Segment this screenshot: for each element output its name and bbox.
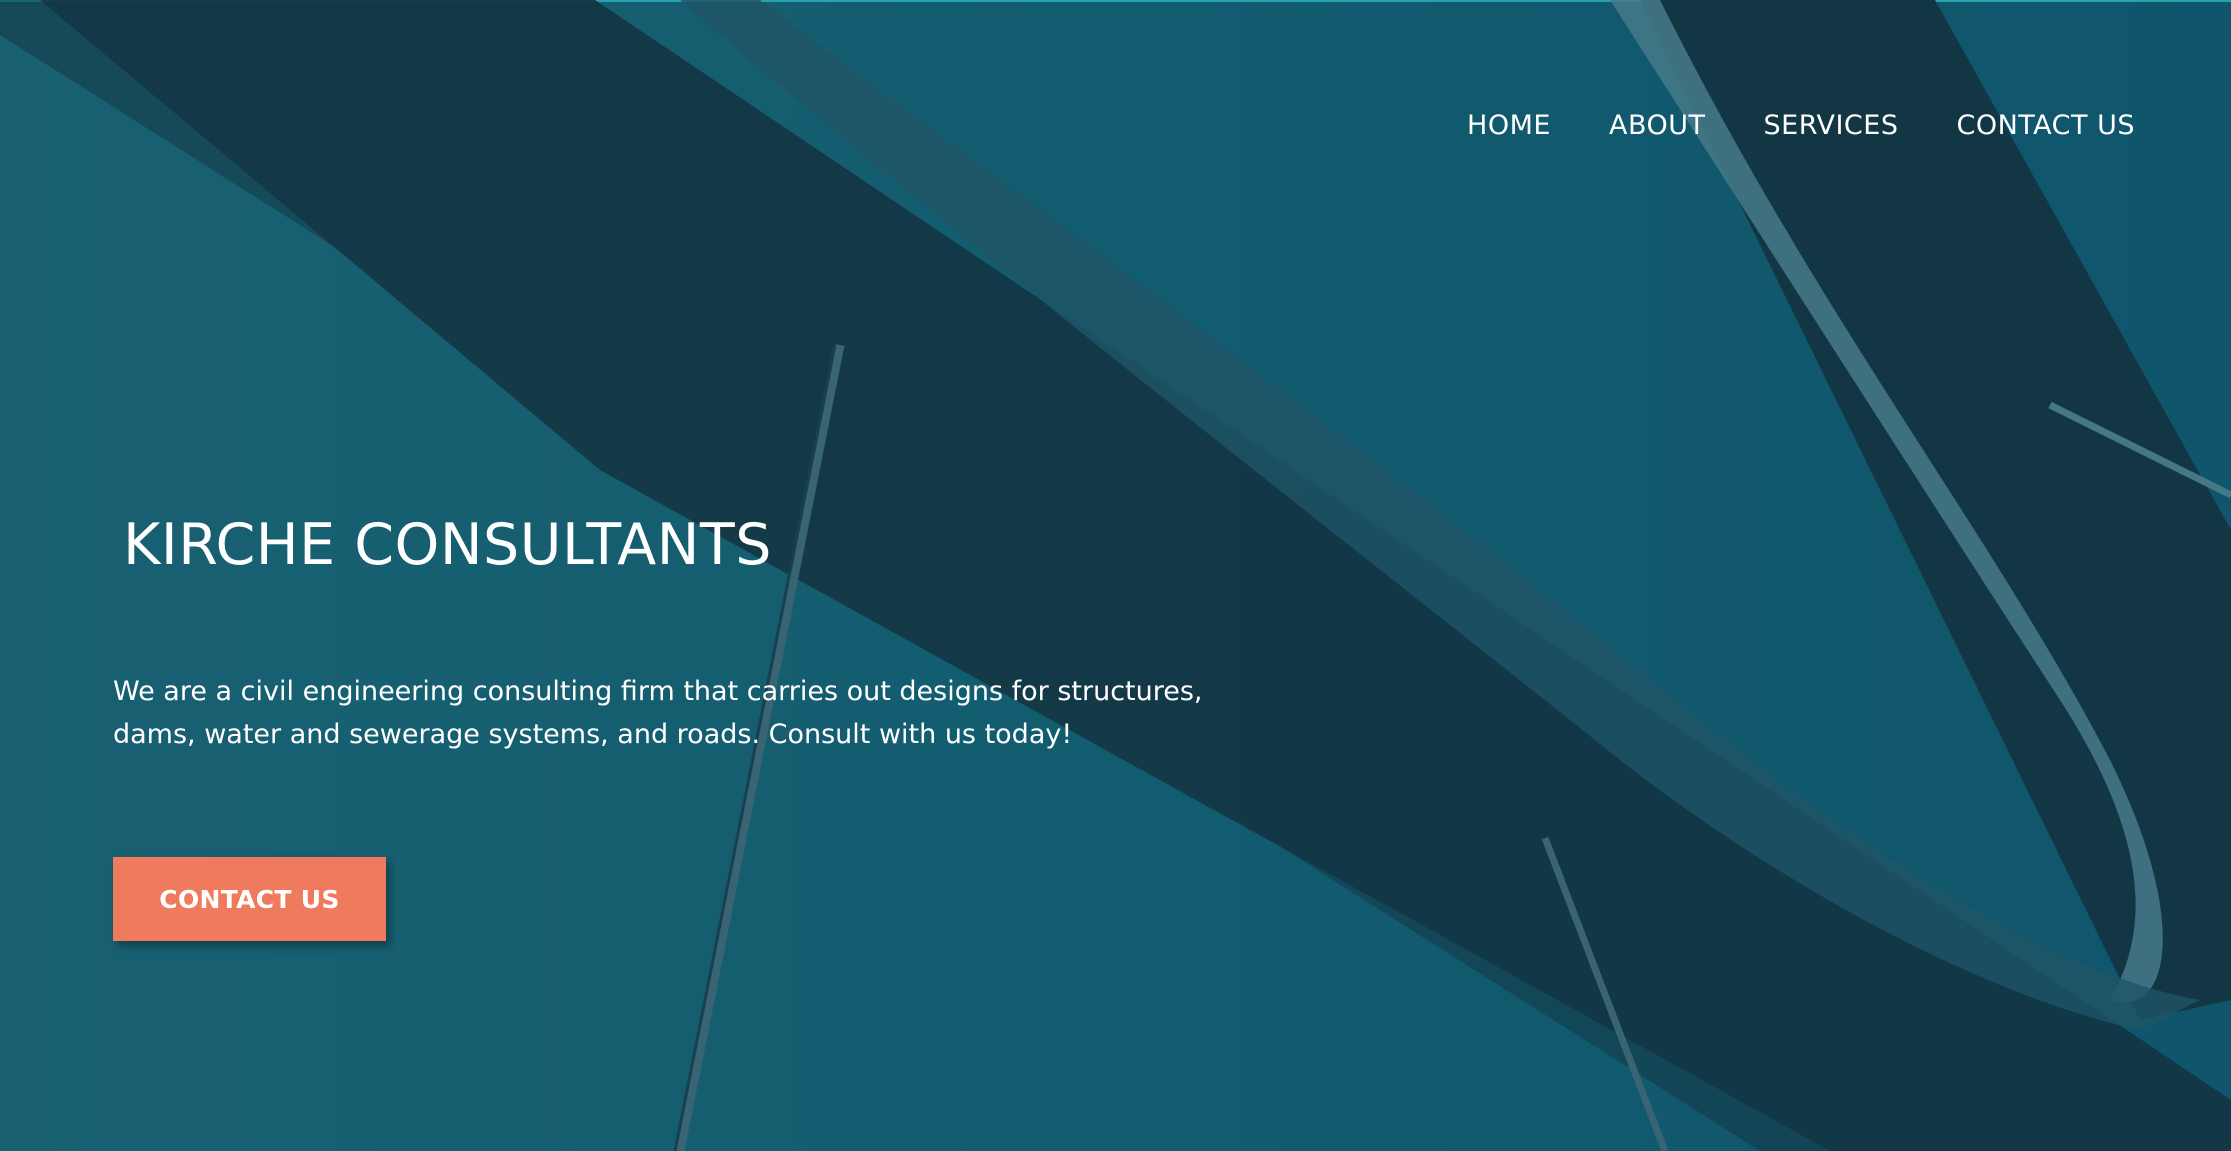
page-title: KIRCHE CONSULTANTS [123,512,772,578]
nav-item-contact-us[interactable]: CONTACT US [1956,106,2135,146]
nav-item-services[interactable]: SERVICES [1764,106,1899,146]
nav-item-about[interactable]: ABOUT [1609,106,1706,146]
nav-item-home[interactable]: HOME [1467,106,1551,146]
contact-us-button[interactable]: CONTACT US [113,857,386,941]
hero-section: HOME ABOUT SERVICES CONTACT US KIRCHE CO… [0,0,2231,1151]
hero-tagline: We are a civil engineering consulting fi… [113,676,1203,750]
main-nav: HOME ABOUT SERVICES CONTACT US [1467,106,2135,146]
